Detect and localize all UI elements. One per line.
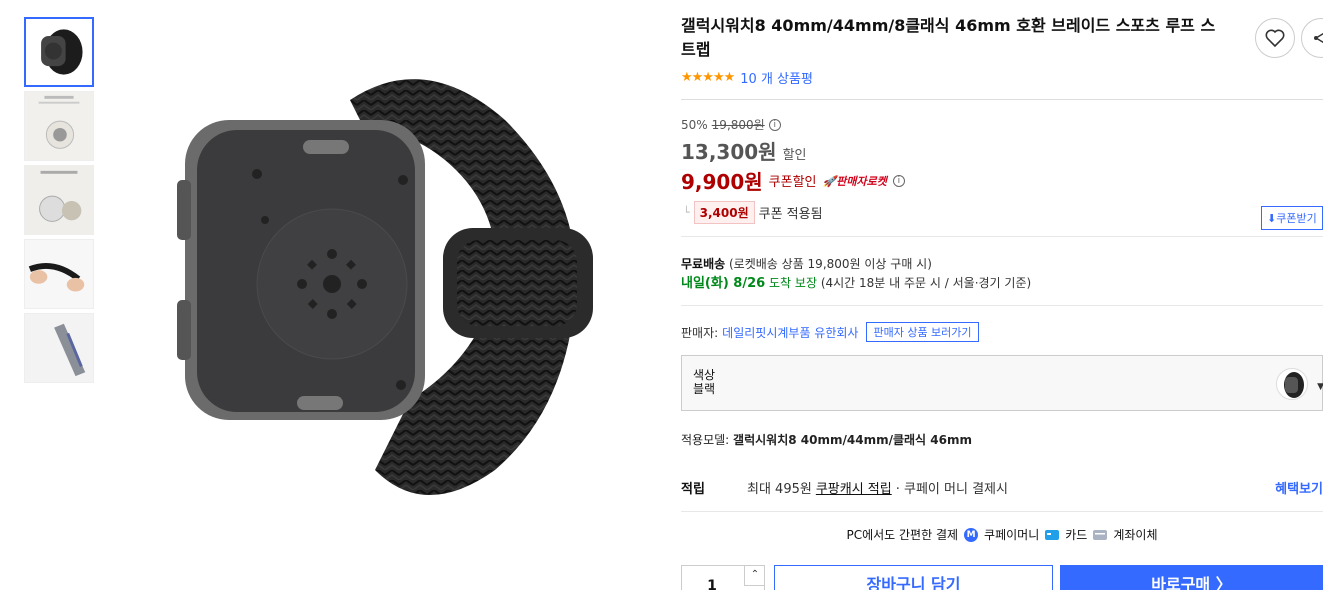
seller-name-link[interactable]: 데일리핏시계부품 유한회사 <box>722 324 858 341</box>
review-count-link[interactable]: 10 개 상품평 <box>740 68 813 87</box>
coupon-download-button[interactable]: ⬇ 쿠폰받기 <box>1261 206 1323 230</box>
payment-title: PC에서도 간편한 결제 <box>846 528 959 542</box>
product-title: 갤럭시워치8 40mm/44mm/8클래식 46mm 호환 브레이드 스포츠 루… <box>681 16 1216 59</box>
coupon-applied-row: └ 3,400원 쿠폰 적용됨 <box>681 201 1323 224</box>
sale-label: 할인 <box>782 148 807 163</box>
hands-strap-image <box>25 240 93 308</box>
elbow-icon: └ <box>683 206 690 219</box>
reward-label: 적립 <box>681 482 705 497</box>
thumbnail-list <box>24 17 95 387</box>
quantity-value[interactable]: 1 <box>692 578 732 590</box>
free-shipping-condition: (로켓배송 상품 19,800원 이상 구매 시) <box>729 257 932 271</box>
original-price: 19,800원 <box>711 118 765 132</box>
bank-transfer-icon <box>1093 529 1108 540</box>
thumbnail-detail-2[interactable] <box>24 165 94 235</box>
sale-price-row: 13,300원 할인 <box>681 136 1323 165</box>
original-price-row: 50% 19,800원 i <box>681 116 1323 133</box>
payment-method: 계좌이체 <box>1113 528 1158 542</box>
seller-row: 판매자: 데일리핏시계부품 유한회사 판매자 상품 보러가기 <box>681 306 1323 342</box>
add-to-cart-button[interactable]: 장바구니 담기 <box>774 565 1053 590</box>
model-value: 갤럭시워치8 40mm/44mm/클래식 46mm <box>733 433 972 447</box>
purchase-row: 1 ⌃ 장바구니 담기 바로구매 〉 <box>681 565 1323 590</box>
quantity-stepper[interactable]: 1 ⌃ <box>681 565 765 590</box>
divider <box>681 511 1323 512</box>
coupang-cash-link[interactable]: 쿠팡캐시 적립 <box>816 478 892 497</box>
coupon-label: 쿠폰할인 <box>768 175 817 190</box>
share-icon <box>1314 32 1323 44</box>
seller-rocket-badge: 🚀판매자로켓 <box>822 174 887 188</box>
compatible-model: 적용모델: 갤럭시워치8 40mm/44mm/클래식 46mm <box>681 411 1323 448</box>
seller-products-button[interactable]: 판매자 상품 보러가기 <box>866 322 979 342</box>
watch-strap-image <box>177 79 593 495</box>
wishlist-button[interactable] <box>1255 18 1295 58</box>
action-buttons <box>1255 18 1323 58</box>
thumbnail-detail-1[interactable] <box>24 91 94 161</box>
watch-icon <box>26 19 92 85</box>
coupon-price-row: 9,900원 쿠폰할인 🚀판매자로켓 i <box>681 166 1323 195</box>
product-info-panel: 갤럭시워치8 40mm/44mm/8클래식 46mm 호환 브레이드 스포츠 루… <box>681 14 1323 543</box>
increase-quantity-button[interactable]: ⌃ <box>744 566 765 586</box>
watch-detail-image <box>25 92 93 160</box>
coupon-price: 9,900원 <box>681 170 763 194</box>
color-swatch-image <box>1276 368 1308 400</box>
payment-methods: PC에서도 간편한 결제 M 쿠페이머니 카드 계좌이체 <box>681 526 1323 543</box>
reward-row: 적립 최대 495원 쿠팡캐시 적립 · 쿠페이 머니 결제시 혜택보기 <box>681 478 1323 497</box>
reward-max: 최대 495원 <box>747 482 812 497</box>
caret-down-icon: ▼ <box>1317 382 1323 392</box>
payment-method: 카드 <box>1065 528 1088 542</box>
shipping-info: 무료배송 (로켓배송 상품 19,800원 이상 구매 시) 내일(화) 8/2… <box>681 237 1323 293</box>
arrival-row: 내일(화) 8/26 도착 보장 (4시간 18분 내 주문 시 / 서울⋅경기… <box>681 274 1323 293</box>
coupon-download-label: 쿠폰받기 <box>1276 212 1317 225</box>
share-button[interactable] <box>1301 18 1323 58</box>
seller-rocket-label: 판매자로켓 <box>836 174 887 188</box>
arrival-condition: (4시간 18분 내 주문 시 / 서울⋅경기 기준) <box>820 276 1032 290</box>
card-icon <box>1045 529 1060 540</box>
benefits-link[interactable]: 혜택보기 <box>1275 478 1323 497</box>
info-icon[interactable]: i <box>892 174 905 187</box>
free-shipping-row: 무료배송 (로켓배송 상품 19,800원 이상 구매 시) <box>681 255 1323 274</box>
color-option-select[interactable]: 색상 블랙 ▼ <box>681 355 1323 411</box>
buy-now-button[interactable]: 바로구매 〉 <box>1060 565 1323 590</box>
price-block: 50% 19,800원 i 13,300원 할인 9,900원 쿠폰할인 🚀판매… <box>681 100 1323 230</box>
seller-label: 판매자: <box>681 325 719 340</box>
thumbnail-grey-strap[interactable] <box>24 313 94 383</box>
watch-detail-image <box>25 166 93 234</box>
option-value: 블랙 <box>693 382 716 396</box>
thumbnail-watch-back[interactable] <box>24 17 94 87</box>
heart-icon <box>1265 29 1285 47</box>
model-label: 적용모델: <box>681 433 730 447</box>
option-label: 색상 <box>693 368 716 382</box>
reward-suffix: · 쿠페이 머니 결제시 <box>895 482 1008 497</box>
thumbnail-hands[interactable] <box>24 239 94 309</box>
arrival-date: 내일(화) 8/26 <box>681 276 766 291</box>
arrival-guarantee: 도착 보장 <box>769 276 817 290</box>
download-icon: ⬇ <box>1267 211 1277 225</box>
main-product-image[interactable] <box>175 60 605 520</box>
payment-method: 쿠페이머니 <box>984 528 1040 542</box>
grey-strap-image <box>25 314 93 382</box>
sale-price: 13,300원 <box>681 140 777 164</box>
coupon-applied-text: 쿠폰 적용됨 <box>758 207 823 222</box>
discount-rate: 50% <box>681 117 708 132</box>
coupon-amount: 3,400원 <box>693 201 755 224</box>
coupay-money-icon: M <box>964 527 979 542</box>
star-rating-icon: ★★★★★ <box>681 70 735 85</box>
rating-row: ★★★★★ 10 개 상품평 <box>681 68 1323 87</box>
info-icon[interactable]: i <box>768 118 781 131</box>
free-shipping-label: 무료배송 <box>681 257 726 271</box>
